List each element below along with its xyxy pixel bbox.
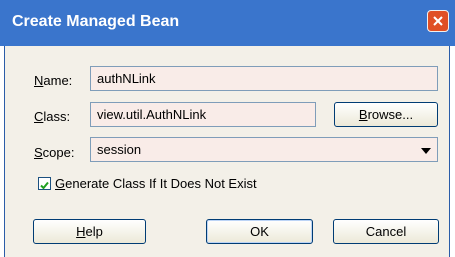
scope-label: Scope: <box>34 145 75 160</box>
checkmark-icon <box>40 181 49 190</box>
close-button[interactable] <box>427 10 449 32</box>
name-field[interactable]: authNLink <box>90 66 438 91</box>
generate-class-label: Generate Class If It Does Not Exist <box>55 176 257 191</box>
scope-value: session <box>97 142 142 157</box>
close-icon <box>433 16 443 26</box>
ok-button[interactable]: OK <box>206 219 313 244</box>
scope-select[interactable]: session <box>90 137 438 162</box>
class-value: view.util.AuthNLink <box>97 107 207 122</box>
class-label: Class: <box>34 109 71 124</box>
dropdown-arrow-icon <box>421 148 431 154</box>
window-title: Create Managed Bean <box>12 13 180 30</box>
class-field[interactable]: view.util.AuthNLink <box>90 102 316 127</box>
name-value: authNLink <box>97 71 156 86</box>
title-bar[interactable]: Create Managed Bean <box>0 0 455 46</box>
browse-button[interactable]: Browse... <box>334 102 438 127</box>
create-managed-bean-dialog: Create Managed Bean Name: authNLink Clas… <box>0 0 455 257</box>
name-label: Name: <box>34 73 73 88</box>
help-button[interactable]: Help <box>33 219 146 244</box>
cancel-button[interactable]: Cancel <box>333 219 439 244</box>
generate-class-checkbox[interactable] <box>38 177 51 190</box>
